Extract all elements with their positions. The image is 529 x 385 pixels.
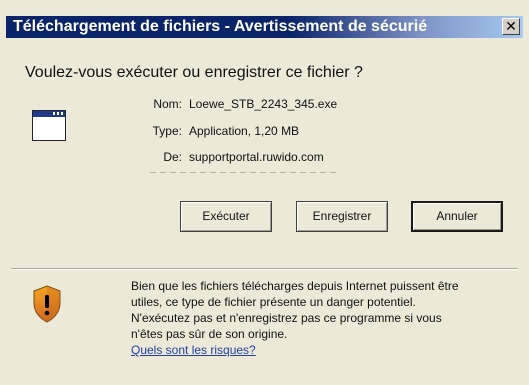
window-title: Téléchargement de fichiers - Avertisseme… — [13, 18, 428, 35]
file-source-label: De: — [163, 150, 182, 164]
warning-text: Bien que les fichiers télécharges depuis… — [131, 279, 459, 341]
risks-link[interactable]: Quels sont les risques? — [131, 343, 256, 357]
close-icon: ✕ — [505, 18, 517, 34]
save-button[interactable]: Enregistrer — [296, 201, 388, 232]
title-bar[interactable]: Téléchargement de fichiers - Avertisseme… — [6, 16, 523, 38]
faded-divider — [150, 172, 340, 173]
application-window-icon — [32, 110, 66, 141]
security-warning-dialog: Téléchargement de fichiers - Avertisseme… — [0, 0, 529, 385]
cancel-button[interactable]: Annuler — [411, 201, 503, 232]
file-type-value: Application, 1,20 MB — [189, 124, 300, 138]
section-divider — [11, 268, 518, 270]
file-source-value: supportportal.ruwido.com — [189, 150, 324, 164]
close-button[interactable]: ✕ — [502, 18, 520, 35]
warning-message: Bien que les fichiers télécharges depuis… — [131, 278, 461, 358]
file-type-label: Type: — [152, 124, 182, 138]
security-shield-icon — [33, 285, 61, 323]
dialog-question: Voulez-vous exécuter ou enregistrer ce f… — [25, 64, 363, 81]
run-button[interactable]: Exécuter — [180, 201, 272, 232]
file-name-label: Nom: — [153, 97, 182, 111]
file-name-value: Loewe_STB_2243_345.exe — [189, 97, 338, 111]
